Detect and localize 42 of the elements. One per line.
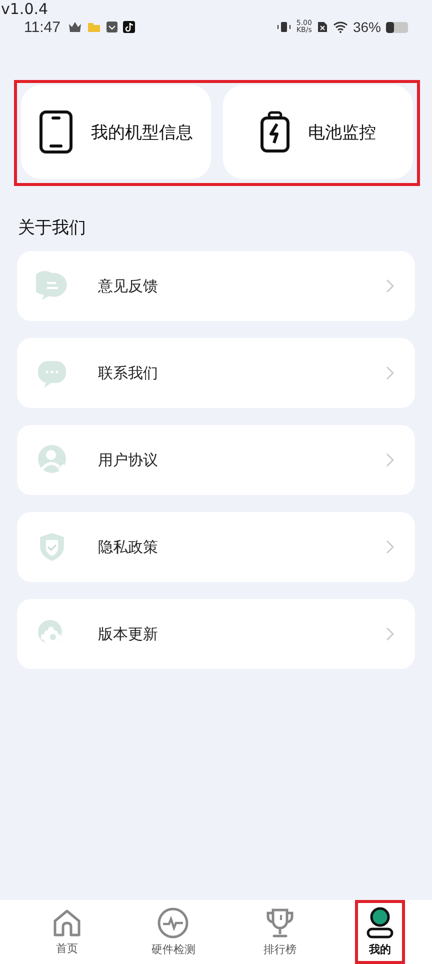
menu-item[interactable]: 隐私政策 — [17, 512, 415, 582]
section-title: 关于我们 — [18, 217, 86, 239]
menu-item[interactable]: 版本更新 — [17, 599, 415, 669]
profile-icon — [364, 907, 395, 939]
folder-icon — [87, 21, 102, 33]
tab-item[interactable]: 硬件检测 — [120, 900, 227, 964]
quick-action-card[interactable]: 我的机型信息 — [21, 85, 211, 179]
user-icon — [36, 444, 68, 476]
home-icon — [51, 908, 84, 938]
battery-icon — [386, 22, 408, 32]
inbox-icon — [106, 21, 118, 33]
menu-item[interactable]: 联系我们 — [17, 338, 415, 408]
chevron-right-icon — [385, 452, 395, 468]
music-note-icon — [123, 21, 136, 33]
menu-label: 意见反馈 — [98, 276, 158, 296]
menu-label: 联系我们 — [98, 364, 158, 382]
version-label: v1.0.4 — [0, 0, 48, 18]
phone-icon — [39, 110, 73, 154]
chat-icon — [36, 270, 68, 302]
chevron-right-icon — [385, 626, 395, 642]
quick-action-card[interactable]: 电池监控 — [223, 85, 413, 179]
menu-label: 版本更新 — [98, 624, 158, 644]
card-label: 电池监控 — [308, 122, 376, 144]
chevron-right-icon — [385, 365, 395, 381]
menu-label: 隐私政策 — [98, 538, 158, 556]
battery-charge-icon — [260, 111, 290, 153]
tab-item[interactable]: 排行榜 — [226, 900, 333, 964]
vibrate-icon — [277, 21, 292, 33]
menu-label: 用户协议 — [98, 450, 158, 470]
wifi-icon — [332, 21, 348, 33]
menu-item[interactable]: 意见反馈 — [17, 251, 415, 321]
no-sim-icon — [316, 21, 328, 33]
status-time: 11:47 — [24, 18, 60, 36]
tab-item[interactable]: 我的 — [354, 900, 405, 964]
card-label: 我的机型信息 — [91, 122, 193, 144]
tab-item[interactable]: 首页 — [14, 900, 120, 964]
chevron-right-icon — [385, 278, 395, 294]
crown-icon — [68, 21, 82, 33]
battery-percent: 36% — [352, 19, 381, 35]
menu-item[interactable]: 用户协议 — [17, 425, 415, 495]
chevron-right-icon — [385, 539, 395, 555]
pulse-icon — [157, 907, 190, 939]
